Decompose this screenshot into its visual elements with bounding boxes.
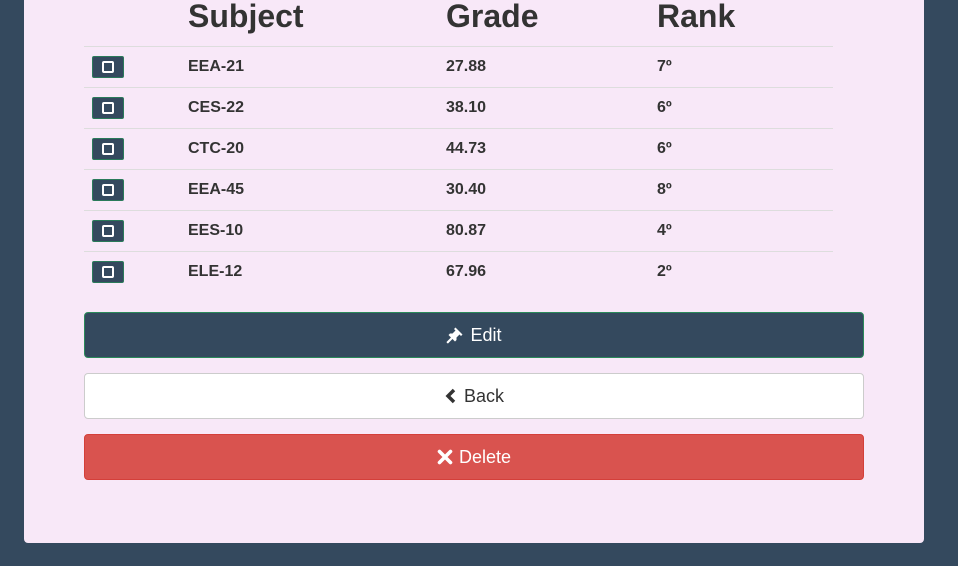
cell-grade: 67.96 — [446, 263, 487, 280]
row-select-button[interactable] — [92, 56, 124, 78]
delete-label: Delete — [458, 446, 512, 467]
cell-rank: 8º — [657, 181, 672, 198]
cell-grade: 30.40 — [446, 181, 487, 198]
row-select-button[interactable] — [92, 179, 124, 201]
cell-subject: EES-10 — [188, 222, 244, 239]
delete-button[interactable]: Delete — [84, 434, 864, 480]
row-select-button[interactable] — [92, 138, 124, 160]
cell-grade: 80.87 — [446, 222, 487, 239]
table-row: EEA-21 27.88 7º — [84, 47, 833, 88]
table-row: EEA-45 30.40 8º — [84, 170, 833, 211]
cell-subject: CTC-20 — [188, 140, 245, 157]
table-row: ELE-12 67.96 2º — [84, 252, 833, 292]
square-icon — [102, 225, 114, 237]
cell-subject: EEA-45 — [188, 181, 245, 198]
cell-grade: 38.10 — [446, 99, 487, 116]
edit-button[interactable]: Edit — [84, 312, 864, 358]
cell-grade: 27.88 — [446, 58, 487, 75]
cell-rank: 6º — [657, 99, 672, 116]
square-icon — [102, 143, 114, 155]
row-select-button[interactable] — [92, 261, 124, 283]
cell-subject: ELE-12 — [188, 263, 243, 280]
cell-subject: CES-22 — [188, 99, 245, 116]
header-subject: Subject — [188, 0, 304, 34]
table-header: Subject Grade Rank — [84, 0, 833, 47]
square-icon — [102, 184, 114, 196]
back-label: Back — [463, 385, 505, 406]
chevron-left-icon — [444, 388, 458, 404]
header-grade: Grade — [446, 0, 539, 34]
square-icon — [102, 266, 114, 278]
table-row: CES-22 38.10 6º — [84, 88, 833, 129]
pushpin-icon — [446, 326, 464, 344]
close-icon — [437, 449, 453, 465]
content-panel: Subject Grade Rank EEA-21 27.88 7º CES-2… — [24, 0, 924, 543]
cell-rank: 2º — [657, 263, 672, 280]
square-icon — [102, 102, 114, 114]
row-select-button[interactable] — [92, 97, 124, 119]
table-row: EES-10 80.87 4º — [84, 211, 833, 252]
row-select-button[interactable] — [92, 220, 124, 242]
square-icon — [102, 61, 114, 73]
table-row: CTC-20 44.73 6º — [84, 129, 833, 170]
cell-subject: EEA-21 — [188, 58, 245, 75]
header-rank: Rank — [657, 0, 736, 34]
cell-rank: 7º — [657, 58, 672, 75]
back-button[interactable]: Back — [84, 373, 864, 419]
cell-grade: 44.73 — [446, 140, 487, 157]
grades-table: Subject Grade Rank EEA-21 27.88 7º CES-2… — [84, 0, 833, 292]
cell-rank: 4º — [657, 222, 672, 239]
edit-label: Edit — [470, 324, 502, 345]
cell-rank: 6º — [657, 140, 672, 157]
